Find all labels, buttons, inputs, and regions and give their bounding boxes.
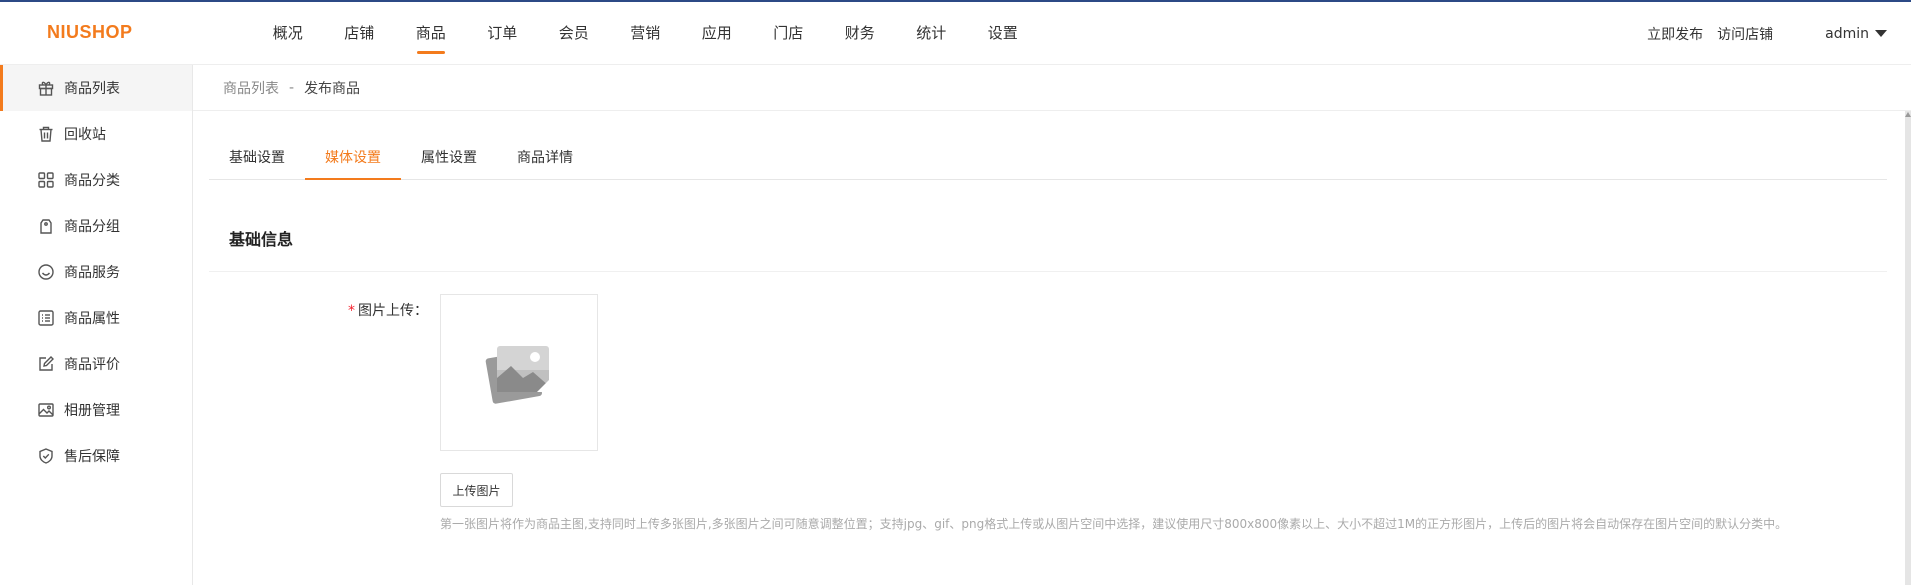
list-icon [36,308,56,328]
image-upload-label-text: 图片上传： [358,303,428,319]
sidebar-item-label: 商品评价 [64,357,120,373]
image-icon [36,400,56,420]
sidebar-item-label: 商品属性 [64,311,120,327]
sidebar-item-attributes[interactable]: 商品属性 [0,295,192,341]
nav-orders[interactable]: 订单 [467,2,539,65]
sidebar-item-label: 商品列表 [64,81,120,97]
breadcrumb-current: 发布商品 [304,80,361,97]
nav-stats[interactable]: 统计 [896,2,968,65]
image-upload-box[interactable] [440,294,598,451]
nav-members[interactable]: 会员 [538,2,610,65]
tag-icon [36,216,56,236]
sidebar-item-album[interactable]: 相册管理 [0,387,192,433]
nav-settings[interactable]: 设置 [967,2,1039,65]
image-placeholder-icon [485,345,549,404]
nav-apps[interactable]: 应用 [681,2,753,65]
tab-basic-settings[interactable]: 基础设置 [209,140,305,179]
username: admin [1825,25,1869,42]
nav-finance[interactable]: 财务 [824,2,896,65]
sidebar-item-label: 售后保障 [64,449,120,465]
nav-overview[interactable]: 概况 [252,2,324,65]
sidebar-item-goods-list[interactable]: 商品列表 [0,65,192,111]
header-actions: 立即发布 访问店铺 admin [1633,2,1887,65]
user-menu[interactable]: admin [1825,26,1887,42]
visit-store-link[interactable]: 访问店铺 [1717,24,1773,44]
required-mark: * [348,303,355,319]
section-title: 基础信息 [229,230,294,249]
sidebar-item-categories[interactable]: 商品分类 [0,157,192,203]
tab-attribute-settings[interactable]: 属性设置 [401,140,497,179]
sidebar-item-recycle-bin[interactable]: 回收站 [0,111,192,157]
publish-link[interactable]: 立即发布 [1647,24,1703,44]
sidebar-item-after-sales[interactable]: 售后保障 [0,433,192,479]
trash-icon [36,124,56,144]
grid-icon [36,170,56,190]
sidebar-item-label: 商品服务 [64,265,120,281]
tab-bar: 基础设置 媒体设置 属性设置 商品详情 [209,140,1887,180]
sidebar-item-label: 相册管理 [64,403,120,419]
nav-goods[interactable]: 商品 [395,2,467,65]
upload-hint: 第一张图片将作为商品主图,支持同时上传多张图片,多张图片之间可随意调整位置；支持… [440,517,1788,531]
chevron-down-icon [1875,30,1887,37]
nav-store[interactable]: 店铺 [324,2,396,65]
scroll-up-icon[interactable] [1905,112,1911,117]
edit-icon [36,354,56,374]
smile-icon [36,262,56,282]
sidebar-item-label: 商品分类 [64,173,120,189]
upload-image-button[interactable]: 上传图片 [440,473,513,507]
breadcrumb-goods-list[interactable]: 商品列表 [223,78,279,98]
breadcrumb-separator: - [289,79,295,96]
sidebar-item-services[interactable]: 商品服务 [0,249,192,295]
top-header: NIUSHOP 概况 店铺 商品 订单 会员 营销 应用 门店 财务 统计 设置… [0,2,1911,65]
sidebar-item-label: 回收站 [64,127,106,143]
divider [209,271,1887,272]
logo[interactable]: NIUSHOP [47,22,133,43]
gift-icon [36,78,56,98]
nav-marketing[interactable]: 营销 [610,2,682,65]
top-nav: 概况 店铺 商品 订单 会员 营销 应用 门店 财务 统计 设置 [252,2,1039,65]
sidebar-item-reviews[interactable]: 商品评价 [0,341,192,387]
sidebar: 商品列表 回收站 商品分类 商品分组 商品服务 商品属性 商品评价 相册管理 售… [0,65,193,585]
sidebar-item-label: 商品分组 [64,219,120,235]
tab-media-settings[interactable]: 媒体设置 [305,140,401,180]
image-upload-label: * 图片上传： [300,300,428,320]
breadcrumb: 商品列表 - 发布商品 [193,65,1911,111]
vertical-scrollbar[interactable] [1905,111,1911,585]
sidebar-item-groups[interactable]: 商品分组 [0,203,192,249]
nav-shops[interactable]: 门店 [753,2,825,65]
tab-goods-details[interactable]: 商品详情 [497,140,593,179]
shield-icon [36,446,56,466]
